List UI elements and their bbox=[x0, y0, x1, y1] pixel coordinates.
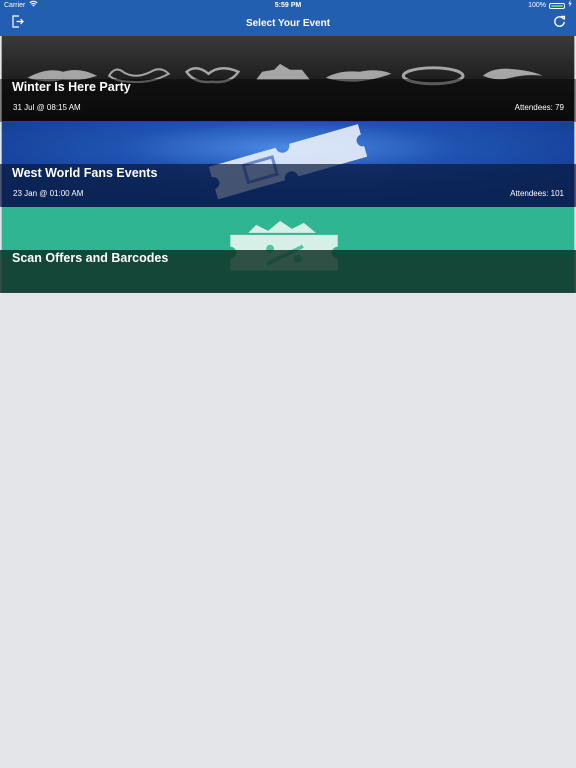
event-date: 23 Jan @ 01:00 AM bbox=[13, 188, 84, 198]
event-attendees: Attendees: 79 bbox=[514, 103, 564, 112]
event-title: Scan Offers and Barcodes bbox=[12, 251, 169, 265]
clock: 5:59 PM bbox=[274, 2, 302, 9]
top-bar: Carrier 5:59 PM 100% Select Your Event bbox=[0, 0, 576, 36]
charging-icon bbox=[568, 0, 572, 12]
page-title: Select Your Event bbox=[245, 18, 331, 29]
event-card-west-world-fans-events[interactable]: West World Fans Events 23 Jan @ 01:00 AM… bbox=[0, 121, 576, 207]
refresh-button[interactable] bbox=[551, 15, 567, 33]
event-list: Winter Is Here Party 31 Jul @ 08:15 AM A… bbox=[0, 36, 576, 293]
battery-level bbox=[551, 5, 563, 7]
event-date: 31 Jul @ 08:15 AM bbox=[13, 103, 81, 112]
status-right: 100% bbox=[528, 0, 572, 12]
event-title: Winter Is Here Party bbox=[12, 80, 131, 94]
event-attendees: Attendees: 101 bbox=[510, 188, 564, 198]
app-screen: Carrier 5:59 PM 100% Select Your Event W… bbox=[0, 0, 576, 768]
event-card-winter-is-here-party[interactable]: Winter Is Here Party 31 Jul @ 08:15 AM A… bbox=[0, 36, 576, 122]
refresh-icon bbox=[553, 15, 566, 33]
status-bar: Carrier 5:59 PM 100% bbox=[0, 0, 576, 12]
battery-icon bbox=[549, 3, 565, 9]
event-title: West World Fans Events bbox=[12, 165, 158, 180]
navigation-bar: Select Your Event bbox=[0, 12, 576, 36]
battery-percentage: 100% bbox=[528, 2, 546, 9]
event-card-scan-offers-and-barcodes[interactable]: Scan Offers and Barcodes bbox=[0, 207, 576, 293]
